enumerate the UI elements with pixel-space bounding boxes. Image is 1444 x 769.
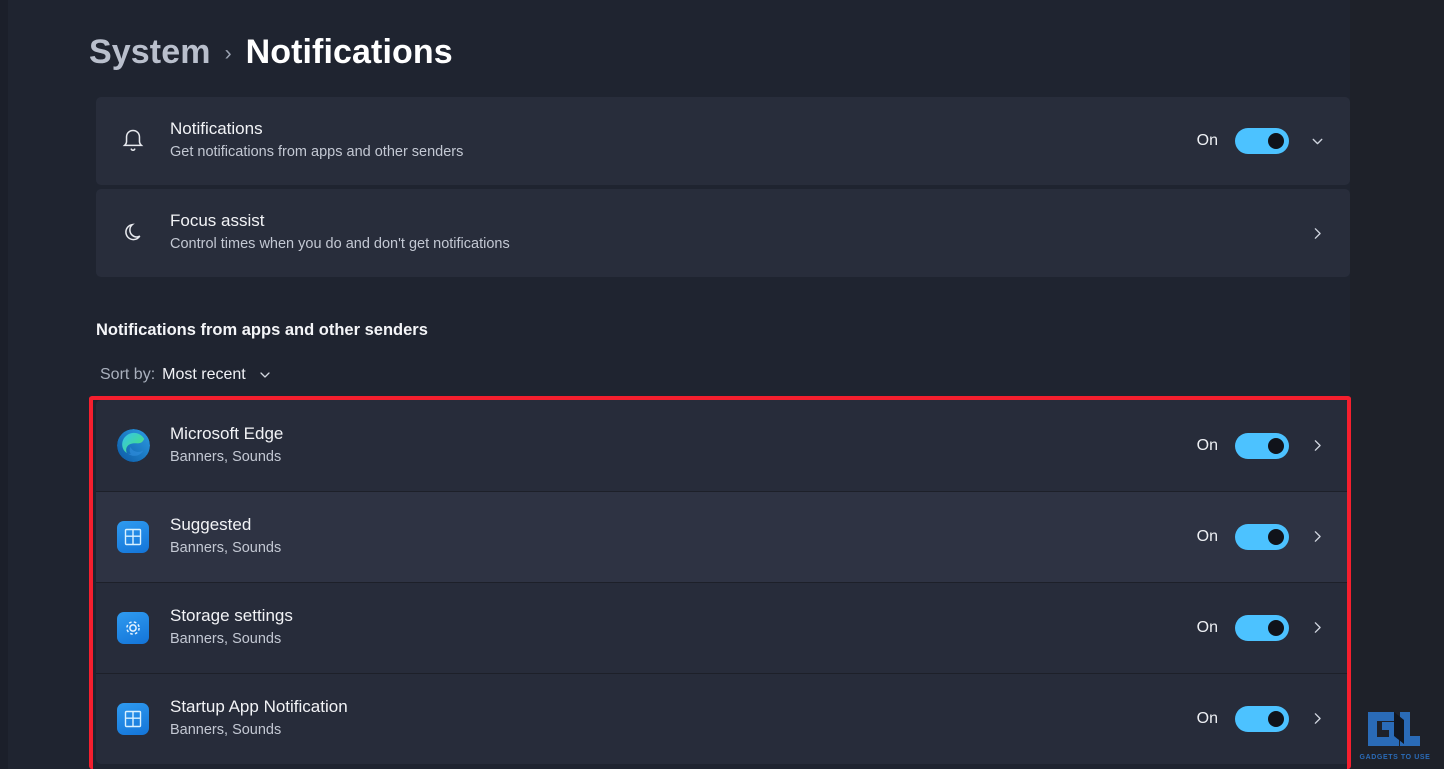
settings-page: System › Notifications Notifications Get…: [0, 0, 1444, 769]
watermark-text: GADGETS TO USE: [1359, 754, 1431, 761]
breadcrumb-parent-system[interactable]: System: [89, 33, 211, 72]
chevron-right-icon[interactable]: [1306, 617, 1328, 639]
sort-by-label: Sort by:: [100, 366, 156, 383]
chevron-right-icon[interactable]: [1306, 222, 1328, 244]
suggested-icon: [96, 491, 170, 582]
page-title: Notifications: [245, 32, 453, 71]
chevron-right-icon[interactable]: [1306, 435, 1328, 457]
toggle-knob: [1268, 528, 1284, 545]
app-toggle-state: On: [1196, 618, 1218, 636]
chevron-right-icon[interactable]: [1306, 526, 1328, 548]
app-subtitle: Banners, Sounds: [170, 630, 282, 647]
left-gutter: [0, 0, 8, 769]
app-row-microsoft-edge[interactable]: Microsoft Edge Banners, Sounds On: [96, 400, 1350, 491]
app-toggle-state: On: [1196, 709, 1218, 727]
app-name: Microsoft Edge: [170, 423, 284, 443]
breadcrumb: System › Notifications: [89, 28, 453, 76]
app-toggle[interactable]: [1235, 705, 1289, 732]
notifications-toggle-state: On: [1196, 132, 1218, 149]
app-row-text: Suggested Banners, Sounds: [170, 514, 1194, 560]
app-row-text: Microsoft Edge Banners, Sounds: [170, 423, 1194, 469]
app-row-text: Storage settings Banners, Sounds: [170, 605, 1194, 651]
chevron-down-icon[interactable]: [257, 367, 273, 383]
bell-icon: [96, 97, 170, 185]
app-toggle-state: On: [1196, 436, 1218, 454]
focus-assist-setting-card[interactable]: Focus assist Control times when you do a…: [96, 189, 1350, 277]
app-row-controls: On: [1194, 523, 1328, 550]
app-row-controls: On: [1194, 432, 1328, 459]
app-name: Startup App Notification: [170, 696, 348, 716]
app-name: Suggested: [170, 514, 252, 534]
app-notification-list: Microsoft Edge Banners, Sounds On Sugges…: [96, 400, 1350, 764]
toggle-knob: [1268, 133, 1284, 149]
notifications-card-subtitle: Get notifications from apps and other se…: [170, 144, 464, 161]
sort-by-control[interactable]: Sort by: Most recent: [100, 363, 273, 387]
watermark-logo: GADGETS TO USE: [1352, 691, 1438, 761]
notifications-card-controls: On: [1194, 128, 1328, 154]
focus-assist-card-text: Focus assist Control times when you do a…: [170, 210, 1306, 256]
storage-settings-icon: [96, 582, 170, 673]
notifications-setting-card[interactable]: Notifications Get notifications from app…: [96, 97, 1350, 185]
focus-assist-card-title: Focus assist: [170, 211, 265, 231]
right-gutter: [1350, 0, 1444, 769]
app-row-controls: On: [1194, 614, 1328, 641]
chevron-down-icon[interactable]: [1306, 130, 1328, 152]
notifications-card-title: Notifications: [170, 119, 263, 139]
app-toggle[interactable]: [1235, 523, 1289, 550]
section-heading: Notifications from apps and other sender…: [96, 321, 428, 339]
chevron-right-icon: ›: [224, 41, 232, 65]
app-subtitle: Banners, Sounds: [170, 721, 282, 738]
focus-assist-card-controls: [1306, 222, 1328, 244]
app-toggle[interactable]: [1235, 432, 1289, 459]
notifications-card-text: Notifications Get notifications from app…: [170, 118, 1194, 164]
notifications-toggle[interactable]: [1235, 128, 1289, 154]
focus-assist-card-subtitle: Control times when you do and don't get …: [170, 236, 510, 253]
moon-icon: [96, 189, 170, 277]
toggle-knob: [1268, 619, 1284, 636]
app-row-storage-settings[interactable]: Storage settings Banners, Sounds On: [96, 582, 1350, 673]
sort-by-value: Most recent: [162, 366, 246, 383]
chevron-right-icon[interactable]: [1306, 708, 1328, 730]
app-row-startup-app-notification[interactable]: Startup App Notification Banners, Sounds…: [96, 673, 1350, 764]
startup-app-icon: [96, 673, 170, 764]
app-name: Storage settings: [170, 605, 293, 625]
app-row-suggested[interactable]: Suggested Banners, Sounds On: [96, 491, 1350, 582]
app-row-text: Startup App Notification Banners, Sounds: [170, 696, 1194, 742]
app-subtitle: Banners, Sounds: [170, 539, 282, 556]
gadgets-to-use-logo-icon: [1368, 712, 1420, 746]
app-subtitle: Banners, Sounds: [170, 448, 282, 465]
app-row-controls: On: [1194, 705, 1328, 732]
toggle-knob: [1268, 437, 1284, 454]
app-toggle[interactable]: [1235, 614, 1289, 641]
microsoft-edge-icon: [96, 400, 170, 491]
app-toggle-state: On: [1196, 527, 1218, 545]
toggle-knob: [1268, 710, 1284, 727]
